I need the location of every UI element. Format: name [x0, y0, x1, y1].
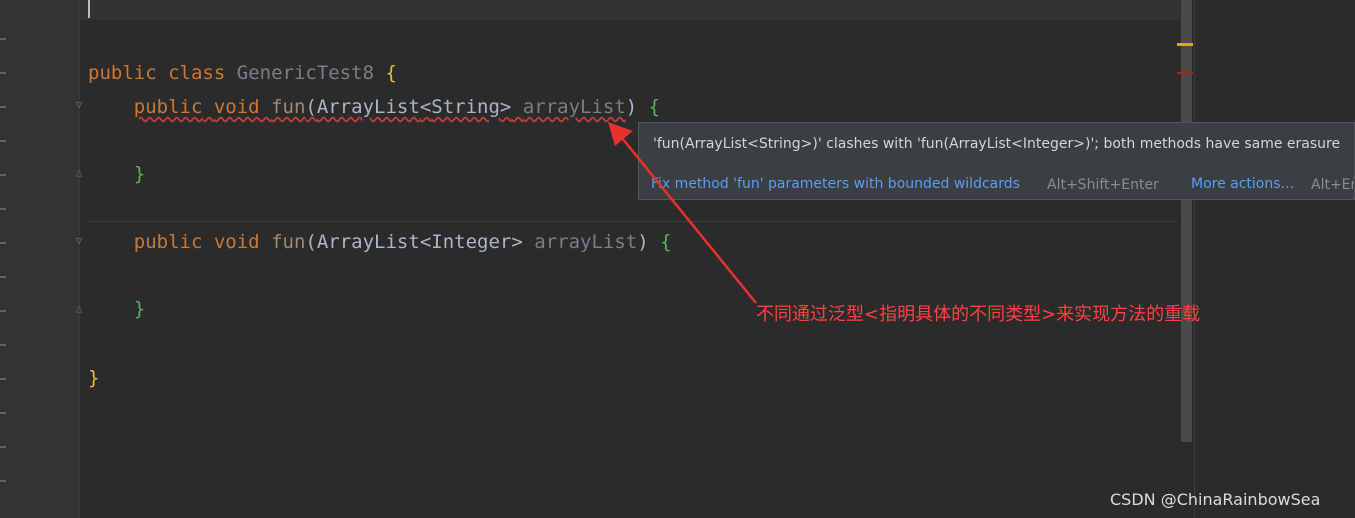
gutter-mark	[0, 344, 6, 346]
method-separator	[88, 221, 1178, 222]
generic-open: <	[419, 231, 432, 253]
gutter-mark	[0, 446, 6, 448]
gutter-mark	[0, 38, 6, 40]
line-number-gutter	[0, 0, 80, 518]
close-brace: }	[88, 367, 100, 389]
gutter-mark	[0, 208, 6, 210]
error-message: 'fun(ArrayList<String>)' clashes with 'f…	[653, 136, 1341, 152]
method-two-signature-line[interactable]: public void fun(ArrayList<Integer> array…	[88, 230, 672, 254]
gutter-separator	[79, 0, 80, 518]
keyword-public: public	[88, 62, 157, 84]
open-paren: (	[305, 96, 317, 118]
error-stripe-marker[interactable]	[1177, 72, 1193, 74]
method-two-close-line[interactable]: }	[88, 297, 145, 321]
more-actions-link[interactable]: More actions...	[1191, 176, 1294, 192]
fold-close-icon[interactable]: △	[72, 166, 86, 180]
fix-shortcut-hint: Alt+Shift+Enter	[1047, 177, 1159, 193]
text-caret	[88, 0, 90, 18]
gutter-mark	[0, 72, 6, 74]
generic-close: >	[499, 96, 512, 118]
param-type: ArrayList	[316, 96, 420, 118]
generic-open: <	[419, 96, 432, 118]
method-name: fun	[271, 231, 306, 253]
close-brace: }	[133, 163, 146, 185]
class-declaration-line[interactable]: public class GenericTest8 {	[88, 61, 397, 85]
gutter-mark	[0, 412, 6, 414]
current-line-highlight	[80, 0, 1180, 20]
gutter-mark	[0, 140, 6, 142]
method-name: fun	[271, 96, 306, 118]
open-paren: (	[305, 231, 317, 253]
close-brace: }	[133, 298, 146, 320]
gutter-mark	[0, 310, 6, 312]
annotation-arrow-head-icon	[608, 122, 633, 146]
open-brace: {	[648, 96, 661, 118]
more-actions-shortcut-hint: Alt+Enter	[1311, 177, 1354, 193]
param-name: arrayList	[522, 96, 626, 118]
fold-close-icon[interactable]: △	[72, 302, 86, 316]
class-close-line[interactable]: }	[88, 366, 99, 390]
keyword-void: void	[213, 231, 260, 253]
editor-right-border	[1194, 0, 1195, 518]
fold-open-icon[interactable]: ▽	[72, 234, 86, 248]
fold-open-icon[interactable]: ▽	[72, 98, 86, 112]
gutter-mark	[0, 174, 6, 176]
method-one-close-line[interactable]: }	[88, 162, 145, 186]
open-brace: {	[385, 62, 397, 84]
watermark: CSDN @ChinaRainbowSea	[1110, 490, 1321, 509]
open-brace: {	[660, 231, 672, 253]
method-one-signature-line[interactable]: public void fun(ArrayList<String> arrayL…	[88, 95, 660, 119]
gutter-mark	[0, 480, 6, 482]
keyword-public: public	[133, 231, 203, 253]
vertical-scrollbar[interactable]	[1181, 0, 1192, 442]
warning-stripe-marker[interactable]	[1177, 43, 1193, 46]
gutter-mark	[0, 106, 6, 108]
generic-type: Integer	[431, 231, 512, 253]
keyword-public: public	[133, 96, 203, 118]
annotation-note: 不同通过泛型<指明具体的不同类型>来实现方法的重载	[756, 304, 1201, 325]
gutter-mark	[0, 276, 6, 278]
param-type: ArrayList	[316, 231, 420, 253]
keyword-class: class	[168, 62, 226, 84]
param-name: arrayList	[534, 231, 638, 253]
class-name: GenericTest8	[236, 62, 375, 84]
keyword-void: void	[213, 96, 260, 118]
close-paren: )	[637, 231, 649, 253]
close-paren: )	[625, 96, 638, 118]
error-tooltip: 'fun(ArrayList<String>)' clashes with 'f…	[638, 122, 1355, 200]
generic-type: String	[431, 96, 500, 118]
generic-close: >	[511, 231, 523, 253]
gutter-mark	[0, 378, 6, 380]
gutter-mark	[0, 242, 6, 244]
fix-parameters-action-link[interactable]: Fix method 'fun' parameters with bounded…	[651, 176, 1020, 192]
